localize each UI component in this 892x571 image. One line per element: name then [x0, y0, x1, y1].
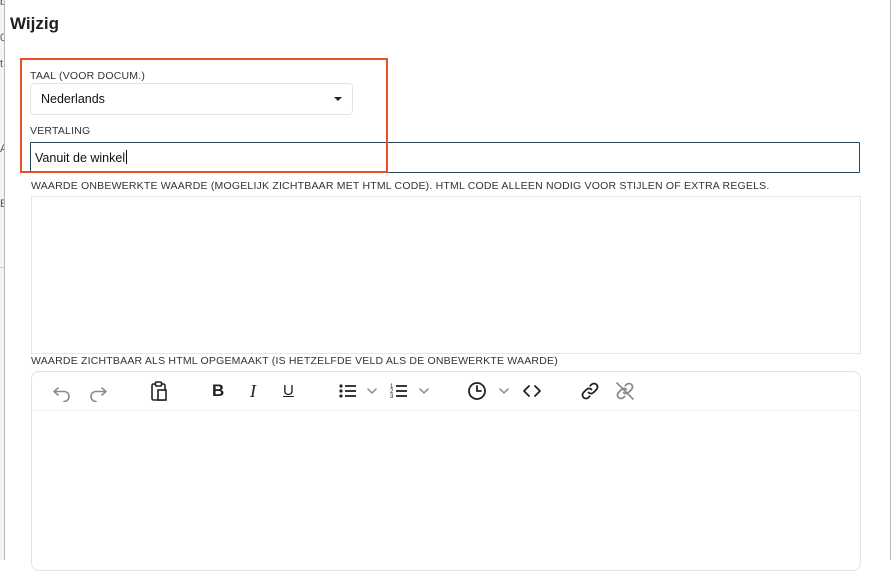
link-icon[interactable]: [579, 380, 601, 402]
editor-toolbar: B I U 123: [32, 372, 860, 411]
redo-icon[interactable]: [88, 380, 108, 402]
clock-icon[interactable]: [466, 380, 488, 402]
html-editor[interactable]: B I U 123: [31, 371, 861, 571]
dialog-title: Wijzig: [10, 14, 59, 33]
unlink-icon[interactable]: [614, 380, 636, 402]
caret-down-icon: [334, 97, 342, 101]
raw-value-textarea[interactable]: [31, 196, 861, 354]
edit-dialog: Wijzig TAAL (VOOR DOCUM.) Nederlands VER…: [4, 0, 891, 571]
italic-icon[interactable]: I: [250, 380, 256, 402]
translation-input-value: Vanuit de winkel: [35, 151, 126, 165]
chevron-down-icon[interactable]: [418, 380, 430, 402]
translation-input[interactable]: Vanuit de winkel: [30, 142, 860, 173]
undo-icon[interactable]: [52, 380, 72, 402]
underline-icon[interactable]: U: [283, 380, 294, 402]
html-value-label: WAARDE ZICHTBAAR ALS HTML OPGEMAAKT (IS …: [31, 355, 558, 367]
translation-label: VERTALING: [30, 125, 91, 137]
text-caret: [126, 150, 128, 164]
svg-text:3: 3: [390, 394, 394, 400]
paste-icon[interactable]: [149, 380, 169, 402]
bold-icon[interactable]: B: [212, 380, 224, 402]
code-icon[interactable]: [521, 380, 543, 402]
language-select-value: Nederlands: [41, 92, 105, 106]
language-label: TAAL (VOOR DOCUM.): [30, 70, 146, 82]
bullet-list-icon[interactable]: [337, 380, 359, 402]
chevron-down-icon[interactable]: [366, 380, 378, 402]
language-select[interactable]: Nederlands: [30, 83, 353, 115]
numbered-list-icon[interactable]: 123: [389, 380, 411, 402]
chevron-down-icon[interactable]: [498, 380, 510, 402]
raw-value-label: WAARDE ONBEWERKTE WAARDE (MOGELIJK ZICHT…: [31, 180, 770, 192]
background-text: t: [0, 58, 4, 70]
